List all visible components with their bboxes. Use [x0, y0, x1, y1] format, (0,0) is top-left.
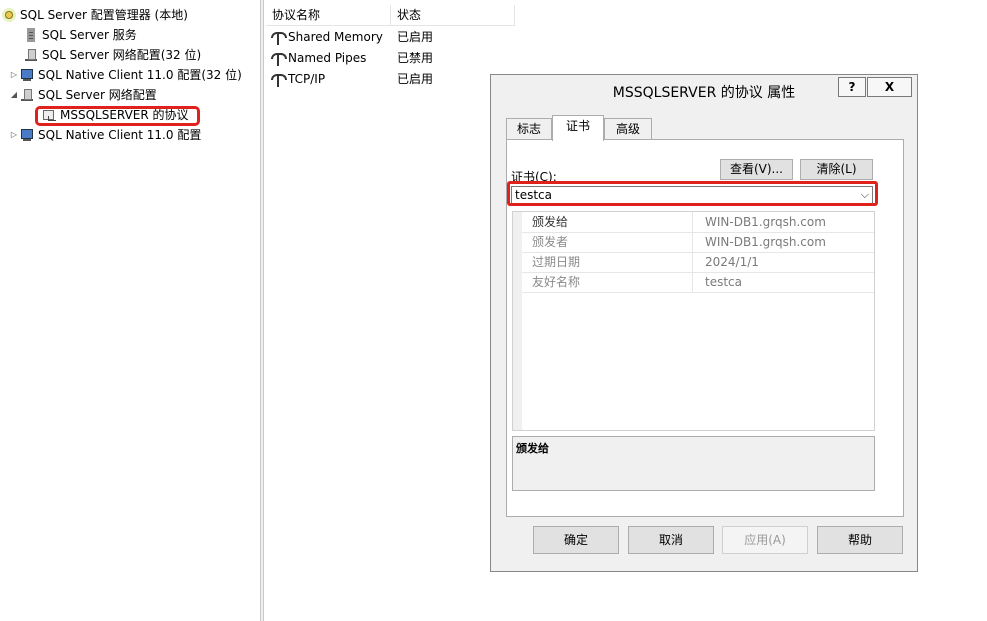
protocol-icon: [270, 52, 287, 66]
protocol-name: Shared Memory: [288, 30, 383, 44]
list-row[interactable]: TCP/IP: [270, 69, 325, 90]
protocol-status: 已启用: [397, 72, 434, 86]
grid-value: WIN-DB1.grqsh.com: [705, 215, 826, 229]
close-button[interactable]: X: [867, 77, 912, 97]
grid-key: 过期日期: [532, 255, 581, 269]
grid-key: 颁发给: [532, 215, 569, 229]
certificate-panel: 证书(C): 查看(V)... 清除(L) testca ⌵ 颁发给 WIN-D…: [506, 139, 904, 517]
grid-value: testca: [705, 275, 742, 289]
highlight-box: [35, 106, 200, 126]
protocol-icon: [270, 73, 287, 87]
list-row[interactable]: Shared Memory: [270, 27, 383, 48]
column-header-name[interactable]: 协议名称: [266, 5, 391, 26]
grid-key: 颁发者: [532, 235, 569, 249]
tree-root[interactable]: SQL Server 配置管理器 (本地): [2, 5, 188, 25]
grid-gutter: [513, 212, 522, 430]
cancel-button[interactable]: 取消: [628, 526, 714, 554]
description-title: 颁发给: [516, 442, 549, 455]
grid-row[interactable]: 颁发给 WIN-DB1.grqsh.com: [522, 212, 874, 233]
protocol-status: 已启用: [397, 30, 434, 44]
grid-row[interactable]: 颁发者 WIN-DB1.grqsh.com: [522, 232, 874, 253]
tree-item-label: SQL Native Client 11.0 配置(32 位): [38, 68, 242, 82]
network-icon: [24, 47, 38, 63]
tree-pane: SQL Server 配置管理器 (本地) SQL Server 服务 SQL …: [0, 0, 260, 621]
apply-button[interactable]: 应用(A): [722, 526, 808, 554]
expand-icon[interactable]: ▷: [8, 125, 20, 145]
list-row[interactable]: Named Pipes: [270, 48, 366, 69]
tree-item-sql-services[interactable]: SQL Server 服务: [24, 25, 137, 45]
tree-item-native-client[interactable]: ▷ SQL Native Client 11.0 配置: [8, 125, 201, 145]
certificate-properties-grid: 颁发给 WIN-DB1.grqsh.com 颁发者 WIN-DB1.grqsh.…: [512, 211, 875, 431]
network-icon: [20, 87, 34, 103]
description-box: 颁发给: [512, 436, 875, 491]
tree-item-label: SQL Server 网络配置(32 位): [42, 48, 202, 62]
tree-item-label: SQL Server 服务: [42, 28, 137, 42]
tree-item-native-client-32[interactable]: ▷ SQL Native Client 11.0 配置(32 位): [8, 65, 242, 85]
column-header-status[interactable]: 状态: [391, 5, 515, 26]
dialog-titlebar[interactable]: MSSQLSERVER 的协议 属性 ? X: [491, 75, 917, 103]
grid-key: 友好名称: [532, 275, 581, 289]
server-icon: [24, 27, 38, 43]
grid-row[interactable]: 过期日期 2024/1/1: [522, 252, 874, 273]
protocol-icon: [270, 31, 287, 45]
tree-item-network-32[interactable]: SQL Server 网络配置(32 位): [24, 45, 201, 65]
help-button[interactable]: 帮助: [817, 526, 903, 554]
tab-advanced[interactable]: 高级: [604, 118, 652, 140]
protocol-name: Named Pipes: [288, 51, 367, 65]
client-icon: [20, 127, 34, 143]
grid-row[interactable]: 友好名称 testca: [522, 272, 874, 293]
properties-dialog: MSSQLSERVER 的协议 属性 ? X 标志 证书 高级 证书(C): 查…: [490, 74, 918, 572]
tab-flags[interactable]: 标志: [506, 118, 552, 140]
ok-button[interactable]: 确定: [533, 526, 619, 554]
grid-value: WIN-DB1.grqsh.com: [705, 235, 826, 249]
protocol-name: TCP/IP: [288, 72, 326, 86]
tree-item-network[interactable]: ◢ SQL Server 网络配置: [8, 85, 157, 105]
expand-icon[interactable]: ▷: [8, 65, 20, 85]
tree-root-label: SQL Server 配置管理器 (本地): [20, 8, 188, 22]
view-button[interactable]: 查看(V)...: [720, 159, 793, 180]
tab-certificate[interactable]: 证书: [552, 115, 604, 141]
collapse-icon[interactable]: ◢: [8, 85, 20, 105]
highlight-box: [507, 181, 878, 206]
client-icon: [20, 67, 34, 83]
config-manager-icon: [2, 7, 16, 23]
tree-item-label: SQL Native Client 11.0 配置: [38, 128, 202, 142]
tree-item-label: SQL Server 网络配置: [38, 88, 157, 102]
grid-value: 2024/1/1: [705, 255, 759, 269]
clear-button[interactable]: 清除(L): [800, 159, 873, 180]
protocol-status: 已禁用: [397, 51, 434, 65]
help-title-button[interactable]: ?: [838, 77, 866, 97]
